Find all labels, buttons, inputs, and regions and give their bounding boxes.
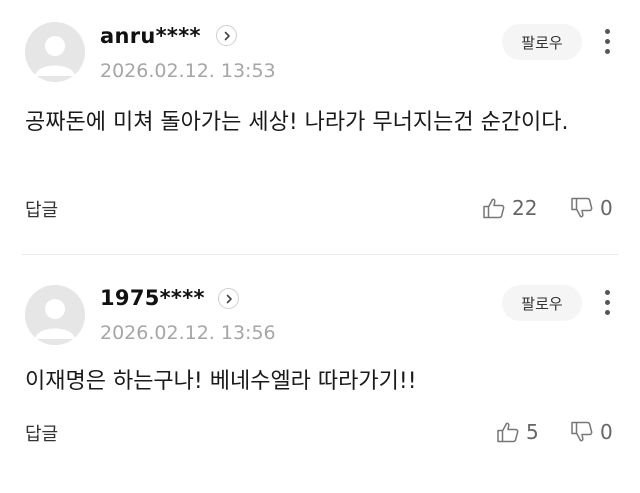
dislike-count: 0 xyxy=(600,420,613,444)
comment-timestamp: 2026.02.12. 13:53 xyxy=(100,60,276,82)
avatar[interactable] xyxy=(25,285,85,345)
thumbs-down-icon xyxy=(571,421,593,442)
more-options-button[interactable] xyxy=(598,286,616,318)
dislike-button[interactable]: 0 xyxy=(570,196,613,220)
default-avatar-icon xyxy=(25,285,85,345)
profile-link[interactable] xyxy=(216,25,237,46)
comment-timestamp: 2026.02.12. 13:56 xyxy=(100,322,276,344)
more-options-button[interactable] xyxy=(598,25,616,57)
avatar[interactable] xyxy=(25,22,85,82)
username[interactable]: 1975**** xyxy=(100,286,205,310)
like-button[interactable]: 22 xyxy=(482,196,537,220)
thumbs-up-icon xyxy=(497,422,519,443)
vertical-dots-icon xyxy=(604,289,610,315)
like-button[interactable]: 5 xyxy=(496,420,539,444)
dislike-count: 0 xyxy=(600,196,613,220)
comment-text: 공짜돈에 미쳐 돌아가는 세상! 나라가 무너지는건 순간이다. xyxy=(25,110,569,135)
chevron-right-icon xyxy=(226,294,232,303)
comment-item: anru**** 2026.02.12. 13:53 팔로우 공짜돈에 미쳐 돌… xyxy=(0,0,640,254)
follow-button[interactable]: 팔로우 xyxy=(502,24,582,60)
chevron-right-icon xyxy=(224,31,230,40)
vertical-dots-icon xyxy=(604,28,610,54)
profile-link[interactable] xyxy=(218,288,239,309)
username[interactable]: anru**** xyxy=(100,24,201,48)
reply-button[interactable]: 답글 xyxy=(25,420,58,446)
comment-item: 1975**** 2026.02.12. 13:56 팔로우 이재명은 하는구나… xyxy=(0,255,640,493)
follow-button[interactable]: 팔로우 xyxy=(502,285,582,321)
like-count: 5 xyxy=(526,420,539,444)
default-avatar-icon xyxy=(25,22,85,82)
thumbs-down-icon xyxy=(571,197,593,218)
dislike-button[interactable]: 0 xyxy=(570,420,613,444)
like-count: 22 xyxy=(512,196,538,220)
comment-text: 이재명은 하는구나! 베네수엘라 따라가기!! xyxy=(25,369,417,394)
thumbs-up-icon xyxy=(483,198,505,219)
reply-button[interactable]: 답글 xyxy=(25,196,58,222)
